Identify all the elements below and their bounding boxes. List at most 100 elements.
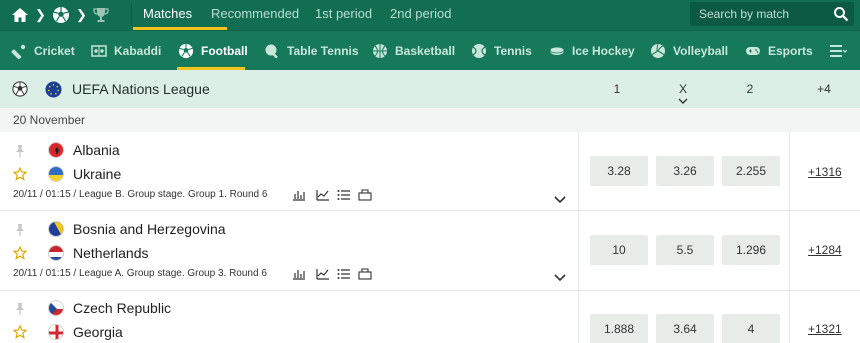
sport-tab-volleyball[interactable]: Volleyball	[650, 31, 728, 71]
divider	[131, 4, 132, 26]
odd-button-1[interactable]: 10	[590, 235, 648, 265]
column-header-more: +4	[817, 82, 831, 96]
list-icon[interactable]	[337, 189, 351, 201]
flag-icon	[48, 166, 64, 182]
sport-tab-esports[interactable]: Esports	[745, 31, 813, 71]
trophy-icon[interactable]	[91, 5, 111, 25]
sport-tab-football[interactable]: Football	[178, 31, 248, 71]
away-team-name[interactable]: Netherlands	[73, 245, 149, 261]
date-row: 20 November	[0, 108, 860, 132]
search-icon[interactable]	[833, 6, 849, 22]
line-chart-icon[interactable]	[316, 268, 330, 280]
pin-icon[interactable]	[13, 302, 27, 316]
home-team-name[interactable]: Bosnia and Herzegovina	[73, 221, 226, 237]
sport-label: Cricket	[34, 44, 75, 58]
odd-button-x[interactable]: 3.26	[656, 156, 714, 186]
tab-2nd-period[interactable]: 2nd period	[390, 6, 451, 21]
volleyball-icon	[650, 43, 666, 59]
league-header[interactable]: UEFA Nations League 1 X 2 +4	[0, 70, 860, 108]
search-placeholder: Search by match	[699, 7, 790, 21]
away-team-name[interactable]: Georgia	[73, 324, 123, 340]
field-lineup-icon[interactable]	[358, 189, 372, 201]
sport-label: Tennis	[494, 44, 532, 58]
sport-label: Table Tennis	[287, 44, 359, 58]
sport-label: Football	[201, 44, 248, 58]
table-tennis-icon	[264, 43, 280, 59]
pin-icon[interactable]	[13, 144, 27, 158]
menu-icon[interactable]	[829, 43, 847, 59]
ice-hockey-icon	[549, 43, 565, 59]
field-lineup-icon[interactable]	[358, 268, 372, 280]
sport-tab-tennis[interactable]: Tennis	[471, 31, 532, 71]
sport-label: Kabaddi	[114, 44, 162, 58]
soccer-ball-icon	[12, 81, 28, 97]
home-team-name[interactable]: Albania	[73, 142, 120, 158]
more-markets-link[interactable]: +1321	[808, 322, 842, 336]
home-icon[interactable]	[10, 5, 30, 25]
flag-icon	[48, 324, 64, 340]
odds-area: 10 5.5 1.296	[578, 211, 790, 290]
tab-1st-period[interactable]: 1st period	[315, 6, 372, 21]
date-label: 20 November	[13, 113, 86, 127]
match-row[interactable]: Albania Ukraine 20/11 / 01:15 / League B…	[0, 132, 860, 211]
tennis-icon	[471, 43, 487, 59]
star-icon[interactable]	[13, 246, 27, 260]
stats-icon[interactable]	[292, 189, 306, 201]
chevron-down-icon[interactable]	[554, 196, 566, 204]
match-info: 20/11 / 01:15 / League A. Group stage. G…	[13, 268, 267, 279]
pin-icon[interactable]	[13, 223, 27, 237]
odd-button-2[interactable]: 4	[722, 314, 780, 343]
sport-tab-ice-hockey[interactable]: Ice Hockey	[549, 31, 635, 71]
flag-icon	[48, 245, 64, 261]
flag-icon	[48, 142, 64, 158]
sport-tab-cricket[interactable]: Cricket	[11, 31, 75, 71]
sport-tab-kabaddi[interactable]: Kabaddi	[91, 31, 161, 71]
odd-button-2[interactable]: 1.296	[722, 235, 780, 265]
match-info: 20/11 / 01:15 / League B. Group stage. G…	[13, 189, 268, 200]
sport-tab-basketball[interactable]: Basketball	[372, 31, 455, 71]
sport-label: Esports	[768, 44, 813, 58]
more-markets-link[interactable]: +1316	[808, 165, 842, 179]
chevron-right-icon: ❯	[76, 7, 87, 22]
line-chart-icon[interactable]	[316, 189, 330, 201]
chevron-down-icon[interactable]	[678, 98, 688, 105]
tab-recommended[interactable]: Recommended	[211, 6, 299, 21]
stats-icon[interactable]	[292, 268, 306, 280]
league-name: UEFA Nations League	[72, 81, 210, 97]
more-markets-link[interactable]: +1284	[808, 243, 842, 257]
column-header-1: 1	[613, 82, 621, 96]
away-team-name[interactable]: Ukraine	[73, 166, 121, 182]
soccer-ball-icon[interactable]	[51, 5, 71, 25]
column-header-x: X	[678, 82, 687, 96]
tab-matches[interactable]: Matches	[143, 6, 192, 21]
league-logo-icon	[45, 81, 62, 98]
home-team-name[interactable]: Czech Republic	[73, 300, 171, 316]
cricket-icon	[11, 43, 27, 59]
odd-button-2[interactable]: 2.255	[722, 156, 780, 186]
match-row[interactable]: Czech Republic Georgia 1.888 3.64 4 +132…	[0, 291, 860, 343]
match-row[interactable]: Bosnia and Herzegovina Netherlands 20/11…	[0, 211, 860, 291]
odd-button-x[interactable]: 5.5	[656, 235, 714, 265]
odd-button-x[interactable]: 3.64	[656, 314, 714, 343]
kabaddi-icon	[91, 43, 107, 59]
soccer-ball-icon	[178, 43, 194, 59]
odd-button-1[interactable]: 3.28	[590, 156, 648, 186]
flag-icon	[48, 221, 64, 237]
basketball-icon	[372, 43, 388, 59]
odd-button-1[interactable]: 1.888	[590, 314, 648, 343]
star-icon[interactable]	[13, 167, 27, 181]
column-header-2: 2	[746, 82, 754, 96]
gamepad-icon	[745, 43, 761, 59]
odds-area: 3.28 3.26 2.255	[578, 132, 790, 210]
sport-label: Basketball	[395, 44, 456, 58]
list-icon[interactable]	[337, 268, 351, 280]
sports-nav-bar: Cricket Kabaddi Football Table Tennis Ba…	[0, 30, 860, 70]
star-icon[interactable]	[13, 325, 27, 339]
sport-tab-table-tennis[interactable]: Table Tennis	[264, 31, 359, 71]
chevron-down-icon[interactable]	[554, 274, 566, 282]
search-input[interactable]: Search by match	[690, 2, 854, 26]
odds-area: 1.888 3.64 4	[578, 291, 790, 343]
chevron-right-icon: ❯	[35, 7, 46, 22]
top-nav-bar: ❯ ❯ Matches Recommended 1st period 2nd p…	[0, 0, 860, 30]
sport-label: Volleyball	[673, 44, 729, 58]
